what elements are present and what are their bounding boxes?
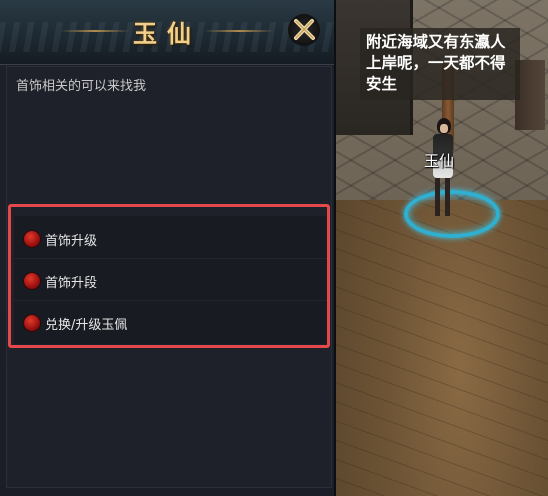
- option-jewelry-stage-up[interactable]: 首饰升段: [14, 260, 328, 301]
- npc-face: [440, 124, 448, 133]
- option-label: 兑换/升级玉佩: [45, 318, 128, 333]
- npc-leg: [445, 178, 450, 216]
- dirt-ground: [330, 200, 548, 496]
- option-label: 首饰升段: [45, 276, 98, 291]
- npc-leg: [435, 178, 440, 216]
- red-orb-icon: [23, 314, 41, 332]
- red-orb-icon: [23, 272, 41, 290]
- red-orb-icon: [23, 230, 41, 248]
- npc-name-label: 玉仙: [424, 152, 455, 170]
- dialog-title: 玉仙: [133, 19, 201, 48]
- close-button[interactable]: [288, 14, 320, 46]
- npc-greeting-text: 首饰相关的可以来找我: [16, 79, 147, 94]
- option-label: 首饰升级: [45, 234, 98, 249]
- npc-speech-bubble: 附近海域又有东瀛人上岸呢，一天都不得安生: [360, 28, 520, 100]
- option-jewelry-upgrade[interactable]: 首饰升级: [14, 218, 328, 259]
- dialog-header: 玉仙: [0, 0, 334, 65]
- dialog-options-list: 首饰升级 首饰升段 兑换/升级玉佩: [14, 216, 328, 344]
- close-x-icon: [294, 19, 315, 40]
- option-exchange-jade-pendant[interactable]: 兑换/升级玉佩: [14, 302, 328, 342]
